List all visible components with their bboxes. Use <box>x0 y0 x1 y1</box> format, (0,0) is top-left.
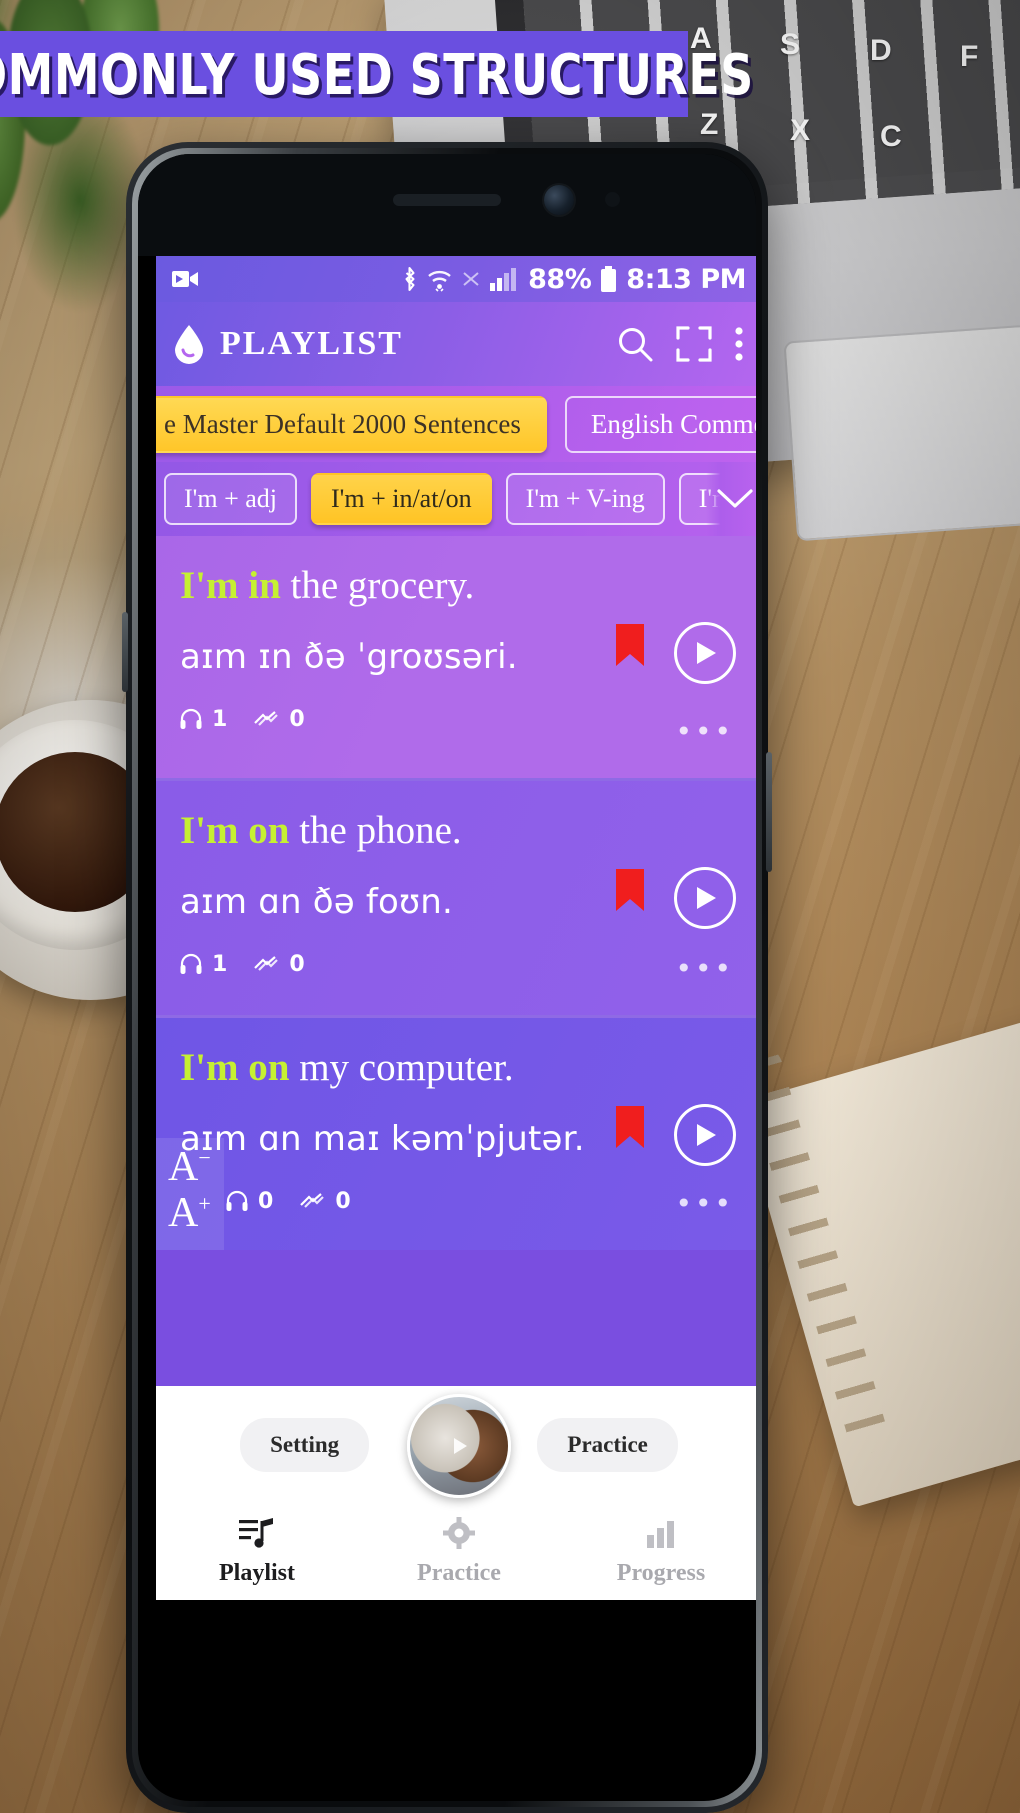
tab-master-default-2000-sentences[interactable]: e Master Default 2000 Sentences <box>156 395 547 453</box>
tab-english-common[interactable]: English Common <box>564 395 756 453</box>
sentence-ipa: aɪm ɑn maɪ kəmˈpjutər. <box>180 1118 585 1159</box>
setting-button[interactable]: Setting <box>240 1418 370 1472</box>
status-bar: 88% 8:13 PM <box>156 256 756 302</box>
decrease-font-size-button[interactable]: A− <box>168 1146 224 1188</box>
wifi-icon <box>427 267 452 292</box>
headphone-icon <box>180 953 202 975</box>
sentence-highlight: I'm on <box>180 1046 290 1089</box>
mute-icon <box>461 269 481 289</box>
increase-font-size-button[interactable]: A+ <box>168 1192 224 1234</box>
sentence-rest: my computer. <box>289 1046 514 1089</box>
chips-expand-button[interactable] <box>706 462 754 536</box>
sentence-highlight: I'm on <box>180 809 290 852</box>
battery-icon <box>600 265 617 293</box>
playlist-tabs[interactable]: e Master Default 2000 Sentences English … <box>156 386 756 462</box>
bottom-panel: Setting Practice Playlist Practice Progr… <box>156 1386 756 1600</box>
quick-actions-row: Setting Practice <box>156 1386 756 1504</box>
microphone-speak-icon <box>299 1191 325 1211</box>
sentence-card[interactable]: I'm in the grocery. aɪm ɪn ðə ˈgroʊsəri.… <box>156 536 756 778</box>
bookmark-icon[interactable] <box>616 869 644 911</box>
bottom-navigation[interactable]: Playlist Practice Progress <box>156 1504 756 1600</box>
sentence-text: I'm in the grocery. <box>180 564 738 609</box>
power-button <box>766 752 772 872</box>
app-brand: PLAYLIST <box>174 324 403 364</box>
page-title: PLAYLIST <box>220 325 403 362</box>
sentence-text: I'm on my computer. <box>180 1046 738 1091</box>
app-toolbar: PLAYLIST <box>156 302 756 386</box>
play-button[interactable] <box>674 622 736 684</box>
font-size-controls[interactable]: A− A+ <box>156 1138 224 1250</box>
toolbar-actions <box>616 325 744 363</box>
chip-im-v-ing[interactable]: I'm + V-ing <box>505 473 665 525</box>
nav-item-progress[interactable]: Progress <box>560 1517 756 1587</box>
front-camera-icon <box>544 185 574 215</box>
nav-label-progress: Progress <box>616 1560 706 1586</box>
structure-chips[interactable]: I'm + adj I'm + in/at/on I'm + V-ing I'm <box>156 462 756 536</box>
sentence-rest: the grocery. <box>280 564 475 607</box>
listen-count: 1 <box>212 706 228 732</box>
battery-percent: 88% <box>528 263 592 295</box>
speak-count: 0 <box>335 1188 351 1214</box>
phone-bezel: 88% 8:13 PM PLAYLIST e Master Default 20… <box>138 154 756 1801</box>
signal-bars-icon <box>490 267 519 291</box>
sentence-counters: 1 0 <box>180 707 738 732</box>
nav-item-practice[interactable]: Practice <box>358 1517 560 1587</box>
listen-count: 1 <box>212 951 228 977</box>
sentence-counters: 1 0 <box>180 952 738 977</box>
sentence-ipa: aɪm ɑn ðə foʊn. <box>180 881 453 922</box>
bookmark-icon[interactable] <box>616 1106 644 1148</box>
video-camera-icon <box>172 269 198 289</box>
microphone-speak-icon <box>253 709 279 729</box>
speak-count: 0 <box>289 951 305 977</box>
status-bar-left <box>172 269 198 289</box>
listen-count: 0 <box>258 1188 274 1214</box>
phone-mockup: 88% 8:13 PM PLAYLIST e Master Default 20… <box>122 142 772 1813</box>
nav-item-playlist[interactable]: Playlist <box>156 1517 358 1587</box>
volume-button <box>122 612 128 692</box>
phone-top-notch-area <box>138 154 756 256</box>
play-button[interactable] <box>674 867 736 929</box>
sentence-text: I'm on the phone. <box>180 809 738 854</box>
bookmark-icon[interactable] <box>616 624 644 666</box>
nav-label-practice: Practice <box>417 1560 501 1586</box>
chip-im-adj[interactable]: I'm + adj <box>164 473 297 525</box>
fullscreen-icon[interactable] <box>676 326 712 362</box>
nav-label-playlist: Playlist <box>219 1560 295 1586</box>
phone-screen: 88% 8:13 PM PLAYLIST e Master Default 20… <box>156 256 756 1600</box>
search-icon[interactable] <box>616 325 654 363</box>
promo-banner: COMMONLY USED STRUCTURES <box>0 31 753 117</box>
headphone-icon <box>226 1190 248 1212</box>
sentence-card[interactable]: I'm on my computer. aɪm ɑn maɪ kəmˈpjutə… <box>156 1018 756 1250</box>
status-bar-clock: 8:13 PM <box>626 263 746 295</box>
sentence-ipa: aɪm ɪn ðə ˈgroʊsəri. <box>180 636 518 677</box>
microphone-speak-icon <box>253 954 279 974</box>
chip-im-in-at-on[interactable]: I'm + in/at/on <box>311 473 492 525</box>
bluetooth-icon <box>401 266 418 292</box>
card-overflow-button[interactable]: ••• <box>675 952 734 985</box>
sentence-card[interactable]: I'm on the phone. aɪm ɑn ðə foʊn. 1 0 ••… <box>156 781 756 1015</box>
avatar[interactable] <box>407 1394 511 1498</box>
sentence-highlight: I'm in <box>180 564 281 607</box>
card-overflow-button[interactable]: ••• <box>675 715 734 748</box>
proximity-sensor-icon <box>605 192 620 207</box>
sentence-list: I'm in the grocery. aɪm ɪn ðə ˈgroʊsəri.… <box>156 536 756 1250</box>
sentence-rest: the phone. <box>289 809 462 852</box>
water-drop-icon <box>174 324 204 364</box>
play-button[interactable] <box>674 1104 736 1166</box>
promo-banner-text: COMMONLY USED STRUCTURES <box>0 40 754 108</box>
headphone-icon <box>180 708 202 730</box>
practice-button[interactable]: Practice <box>537 1418 678 1472</box>
more-vertical-icon[interactable] <box>734 327 744 361</box>
playlist-music-icon <box>238 1517 276 1551</box>
chevron-down-icon[interactable] <box>716 487 754 511</box>
gear-icon <box>441 1517 477 1551</box>
card-overflow-button[interactable]: ••• <box>675 1187 734 1220</box>
sentence-counters: 0 0 <box>226 1189 738 1214</box>
speak-count: 0 <box>289 706 305 732</box>
earpiece-speaker <box>393 194 501 206</box>
bar-chart-icon <box>643 1517 679 1551</box>
status-bar-right: 88% 8:13 PM <box>401 264 746 295</box>
